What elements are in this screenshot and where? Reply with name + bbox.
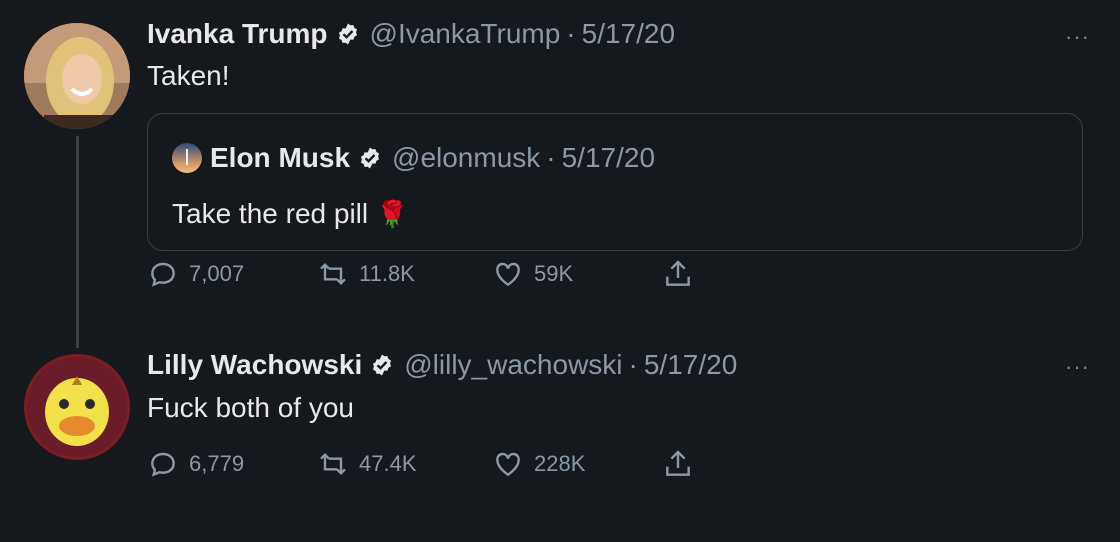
quoted-tweet-text: Take the red pill 🌹 [172,198,408,230]
retweet-button[interactable]: 47.4K [317,448,417,480]
tweet-lilly[interactable]: Lilly Wachowski @lilly_wachowski · 5/17/… [0,330,1120,542]
like-button[interactable]: 59K [492,258,573,290]
quoted-author-name: Elon Musk [210,142,351,173]
retweet-count: 47.4K [359,451,417,476]
tweet-text: Taken! [147,60,230,91]
reply-button[interactable]: 7,007 [147,258,244,290]
more-options-icon[interactable]: ··· [1065,354,1090,380]
rose-emoji: 🌹 [376,198,409,229]
reply-count: 6,779 [189,451,245,476]
verified-badge-icon [373,354,392,376]
quoted-text: Take the red pill [172,198,369,229]
retweet-count: 11.8K [359,261,415,286]
reply-button[interactable]: 6,779 [147,448,244,480]
retweet-icon [320,262,346,286]
quoted-tweet-date: 5/17/20 [561,142,656,173]
tweet-date[interactable]: 5/17/20 [582,18,675,50]
heart-icon [496,452,520,477]
share-icon [666,450,690,476]
reply-icon [151,452,175,477]
avatar[interactable] [24,23,130,129]
tweet-header: Lilly Wachowski @lilly_wachowski · 5/17/… [147,349,737,381]
heart-icon [496,262,520,287]
author-handle[interactable]: @lilly_wachowski [404,349,622,381]
tweet-header: Ivanka Trump @IvankaTrump · 5/17/20 [147,18,675,50]
author-name[interactable]: Ivanka Trump [147,18,328,50]
author-handle[interactable]: @IvankaTrump [370,18,561,50]
tweet-ivanka[interactable]: Ivanka Trump @IvankaTrump · 5/17/20 ··· … [0,0,1120,330]
verified-badge-icon [338,23,357,45]
like-button[interactable]: 228K [492,448,585,480]
quoted-author-handle: @elonmusk [392,142,541,173]
reply-count: 7,007 [189,261,245,286]
like-count: 228K [534,451,586,476]
share-button[interactable] [662,448,704,480]
like-count: 59K [534,261,574,286]
separator-dot: · [546,142,556,173]
avatar[interactable] [24,354,130,460]
author-name[interactable]: Lilly Wachowski [147,349,362,381]
reply-icon [151,262,175,287]
separator-dot: · [628,349,638,380]
share-icon [666,260,690,286]
quoted-tweet-header: Elon Musk @elonmusk · 5/17/20 [172,142,655,174]
tweet-date[interactable]: 5/17/20 [644,349,737,381]
quoted-avatar [172,143,202,173]
more-options-icon[interactable]: ··· [1065,24,1090,50]
retweet-icon [320,452,346,476]
share-button[interactable] [662,258,704,290]
retweet-button[interactable]: 11.8K [317,258,415,290]
separator-dot: · [566,18,576,49]
quoted-tweet[interactable]: Elon Musk @elonmusk · 5/17/20 Take the r… [147,113,1083,251]
tweet-text: Fuck both of you [147,392,355,423]
verified-badge-icon [361,147,380,169]
